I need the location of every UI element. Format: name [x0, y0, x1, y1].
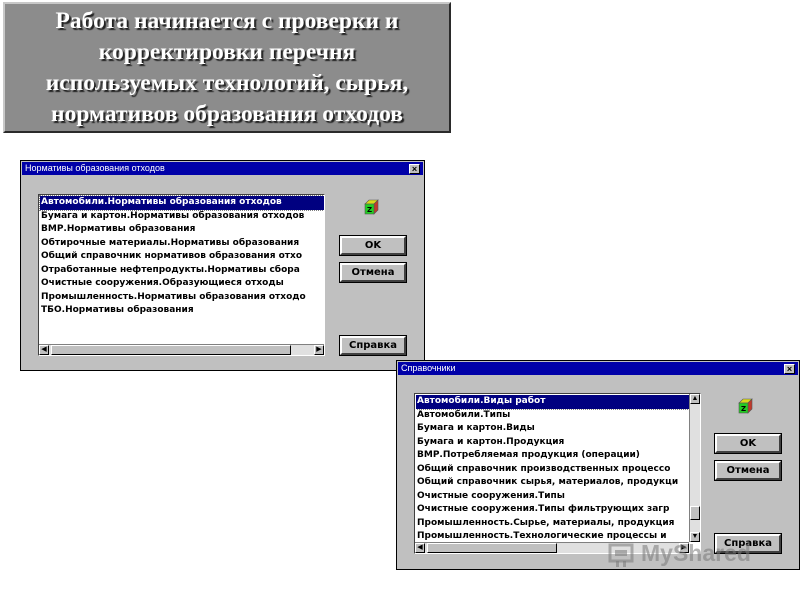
horizontal-scrollbar[interactable]: ◀ ▶: [39, 344, 324, 355]
norms-list-item[interactable]: ВМР.Нормативы образования: [40, 223, 324, 237]
directories-list-item[interactable]: Очистные сооружения.Типы: [416, 490, 689, 504]
directories-list-item[interactable]: Общий справочник производственных процес…: [416, 463, 689, 477]
directories-list-item[interactable]: Бумага и картон.Виды: [416, 422, 689, 436]
directories-list-item[interactable]: Автомобили.Виды работ: [416, 395, 689, 410]
cube-z-icon: Z: [364, 199, 379, 215]
banner-line: нормативов образования отходов: [51, 101, 403, 127]
title-banner: Работа начинается с проверки и корректир…: [3, 2, 451, 133]
scroll-right-icon[interactable]: ▶: [314, 345, 324, 355]
banner-line: используемых технологий, сырья,: [45, 70, 409, 96]
cancel-button[interactable]: Отмена: [339, 262, 407, 283]
directories-list-item[interactable]: ВМР.Потребляемая продукция (операции): [416, 449, 689, 463]
directories-dialog: Справочники × Автомобили.Виды работ Автом…: [396, 360, 800, 570]
directories-list-item[interactable]: Очистные сооружения.Типы фильтрующих заг…: [416, 503, 689, 517]
scroll-thumb[interactable]: [690, 506, 700, 520]
cube-letter: Z: [741, 405, 746, 413]
norms-list-item[interactable]: Автомобили.Нормативы образования отходов: [39, 195, 324, 211]
directories-list-item[interactable]: Промышленность.Сырье, материалы, продукц…: [416, 517, 689, 531]
close-button[interactable]: ×: [784, 364, 795, 374]
banner-line: Работа начинается с проверки и: [55, 8, 399, 34]
directories-list-item[interactable]: Бумага и картон.Продукция: [416, 436, 689, 450]
scroll-left-icon[interactable]: ◀: [39, 345, 49, 355]
ok-button[interactable]: OK: [714, 433, 782, 454]
scroll-thumb[interactable]: [51, 345, 291, 355]
scroll-thumb[interactable]: [427, 543, 557, 553]
close-icon: ×: [786, 364, 793, 374]
directories-list-item[interactable]: Автомобили.Типы: [416, 409, 689, 423]
norms-listbox[interactable]: Автомобили.Нормативы образования отходов…: [38, 194, 325, 356]
norms-list-item[interactable]: Общий справочник нормативов образования …: [40, 250, 324, 264]
scroll-up-icon[interactable]: ▲: [690, 394, 700, 404]
cancel-button[interactable]: Отмена: [714, 460, 782, 481]
norms-list-item[interactable]: Обтирочные материалы.Нормативы образован…: [40, 237, 324, 251]
cube-z-icon: Z: [738, 398, 753, 414]
directories-dialog-titlebar[interactable]: Справочники: [398, 362, 798, 375]
myshared-logo-icon: [608, 543, 634, 567]
banner-line: корректировки перечня: [98, 39, 356, 65]
close-icon: ×: [411, 164, 418, 174]
directories-list-items: Автомобили.Виды работ Автомобили.Типы Бума…: [416, 395, 689, 542]
norms-list-item[interactable]: Промышленность.Нормативы образования отх…: [40, 291, 324, 305]
norms-dialog-titlebar[interactable]: Нормативы образования отходов: [22, 162, 423, 175]
directories-dialog-title: Справочники: [401, 363, 456, 373]
directories-listbox[interactable]: Автомобили.Виды работ Автомобили.Типы Бума…: [414, 393, 701, 554]
norms-dialog: Нормативы образования отходов × Автомоби…: [20, 160, 425, 371]
banner-title: Работа начинается с проверки и корректир…: [5, 6, 449, 130]
scroll-left-icon[interactable]: ◀: [415, 543, 425, 553]
norms-list-item[interactable]: Отработанные нефтепродукты.Нормативы сбо…: [40, 264, 324, 278]
cube-letter: Z: [367, 206, 372, 214]
norms-list-item[interactable]: ТБО.Нормативы образования: [40, 304, 324, 318]
norms-list-item[interactable]: Очистные сооружения.Образующиеся отходы: [40, 277, 324, 291]
ok-button[interactable]: OK: [339, 235, 407, 256]
help-button[interactable]: Справка: [339, 335, 407, 356]
watermark-text: MyShared: [641, 540, 751, 566]
norms-dialog-title: Нормативы образования отходов: [25, 163, 165, 173]
norms-list-item[interactable]: Бумага и картон.Нормативы образования от…: [40, 210, 324, 224]
close-button[interactable]: ×: [409, 164, 420, 174]
norms-list-items: Автомобили.Нормативы образования отходов…: [39, 195, 324, 318]
vertical-scrollbar[interactable]: ▲ ▼: [689, 394, 700, 542]
watermark: MyShared: [608, 540, 751, 570]
directories-list-item[interactable]: Общий справочник сырья, материалов, прод…: [416, 476, 689, 490]
